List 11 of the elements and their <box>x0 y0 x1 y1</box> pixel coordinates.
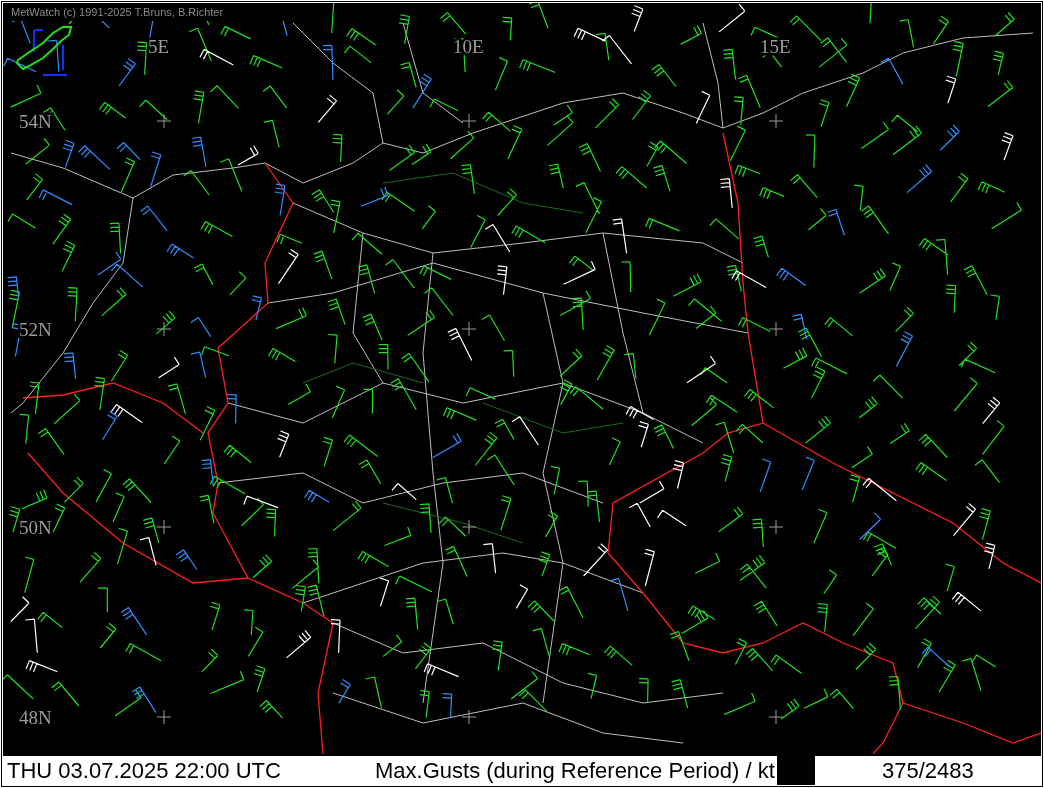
date-time-text: THU 03.07.2025 22:00 UTC <box>6 757 282 784</box>
copyright-text: MetWatch (c) 1991-2025 T.Bruns, B.Richter <box>11 6 224 18</box>
longitude-label: 5E <box>148 36 170 57</box>
latitude-label: 48N <box>19 707 52 728</box>
latitude-label: 50N <box>19 517 52 538</box>
latitude-label: 52N <box>19 319 52 340</box>
longitude-label: 15E <box>760 36 791 57</box>
product-title: Max.Gusts (during Reference Period) / kt <box>375 757 775 784</box>
station-count-text: 375/2483 <box>881 757 975 784</box>
latitude-label: 54N <box>19 111 52 132</box>
logo-icon <box>15 26 73 76</box>
